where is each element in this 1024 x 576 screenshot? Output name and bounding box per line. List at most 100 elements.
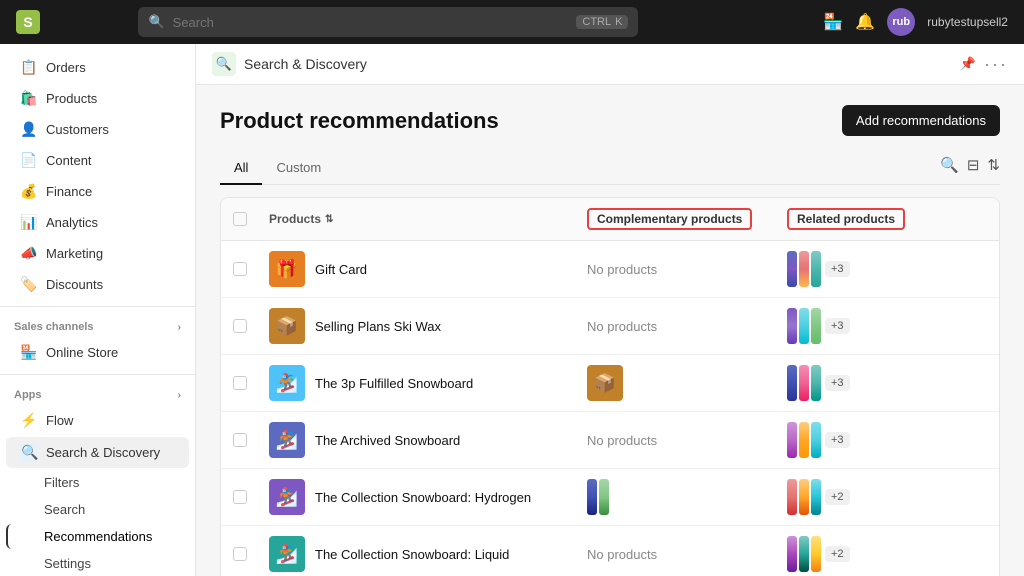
row-checkbox[interactable] — [233, 262, 269, 276]
count-badge: +3 — [825, 432, 850, 448]
tab-custom[interactable]: Custom — [262, 152, 335, 185]
sidebar-item-finance[interactable]: 💰 Finance — [6, 177, 189, 206]
sidebar-sub-item-search[interactable]: Search — [6, 497, 189, 522]
product-cell: 🎁 Gift Card — [269, 251, 587, 287]
sidebar-item-orders[interactable]: 📋 Orders — [6, 53, 189, 82]
board-group — [787, 251, 821, 287]
product-name[interactable]: The Collection Snowboard: Hydrogen — [315, 490, 531, 505]
app-header-bar: 🔍 Search & Discovery 📌 ··· — [196, 44, 1024, 85]
sort-products-icon[interactable]: ⇅ — [325, 214, 333, 225]
sidebar-divider-2 — [0, 374, 195, 375]
sidebar-sub-item-settings[interactable]: Settings — [6, 551, 189, 576]
search-discovery-icon: 🔍 — [20, 443, 38, 462]
expand-icon[interactable]: › — [178, 322, 181, 333]
sort-icon[interactable]: ⇅ — [987, 156, 1000, 174]
search-input[interactable] — [173, 15, 569, 30]
row-checkbox[interactable] — [233, 319, 269, 333]
sidebar-item-label: Analytics — [46, 215, 98, 230]
content-icon: 📄 — [20, 152, 38, 169]
topbar-right: 🏪 🔔 rub rubytestupsell2 — [823, 8, 1008, 36]
complementary-board-group: 📦 — [587, 365, 787, 401]
sidebar-item-label: Orders — [46, 60, 86, 75]
sidebar-item-search-discovery[interactable]: 🔍 Search & Discovery — [6, 437, 189, 468]
product-name[interactable]: The Collection Snowboard: Liquid — [315, 547, 509, 562]
product-table: Products ⇅ Complementary products Relate… — [220, 197, 1000, 576]
related-images: +2 — [787, 536, 987, 572]
analytics-icon: 📊 — [20, 214, 38, 231]
sidebar-item-label: Finance — [46, 184, 92, 199]
tab-all[interactable]: All — [220, 152, 262, 185]
sidebar-item-discounts[interactable]: 🏷️ Discounts — [6, 270, 189, 299]
more-icon[interactable]: ··· — [984, 54, 1008, 75]
product-name[interactable]: The 3p Fulfilled Snowboard — [315, 376, 473, 391]
app-header-left: 🔍 Search & Discovery — [212, 52, 367, 76]
sidebar-item-products[interactable]: 🛍️ Products — [6, 84, 189, 113]
search-shortcut: CTRL K — [576, 15, 628, 29]
sidebar-item-label: Discounts — [46, 277, 103, 292]
table-row: 🏂 The Archived Snowboard No products +3 — [221, 412, 999, 469]
th-products: Products ⇅ — [269, 208, 587, 230]
product-cell: 🏂 The Collection Snowboard: Hydrogen — [269, 479, 587, 515]
sidebar-sub-item-filters[interactable]: Filters — [6, 470, 189, 495]
filter-icon[interactable]: ⊟ — [967, 156, 980, 174]
table-row: 🏂 The 3p Fulfilled Snowboard 📦 — [221, 355, 999, 412]
complementary-cell: No products — [587, 262, 787, 277]
product-name[interactable]: Gift Card — [315, 262, 367, 277]
products-icon: 🛍️ — [20, 90, 38, 107]
sidebar-item-online-store[interactable]: 🏪 Online Store — [6, 338, 189, 367]
table-header: Products ⇅ Complementary products Relate… — [221, 198, 999, 241]
search-icon: 🔍 — [148, 14, 164, 30]
sidebar-item-label: Flow — [46, 413, 73, 428]
product-thumb: 🎁 — [269, 251, 305, 287]
complementary-cell: No products — [587, 319, 787, 334]
select-all-checkbox[interactable] — [233, 212, 247, 226]
shopify-icon: S — [16, 10, 40, 34]
store-icon[interactable]: 🏪 — [823, 12, 843, 32]
product-name[interactable]: Selling Plans Ski Wax — [315, 319, 441, 334]
product-name[interactable]: The Archived Snowboard — [315, 433, 460, 448]
bell-icon[interactable]: 🔔 — [855, 12, 875, 32]
related-images: +3 — [787, 251, 987, 287]
customers-icon: 👤 — [20, 121, 38, 138]
row-checkbox[interactable] — [233, 490, 269, 504]
complementary-cell: No products — [587, 547, 787, 562]
row-checkbox[interactable] — [233, 547, 269, 561]
table-row: 📦 Selling Plans Ski Wax No products +3 — [221, 298, 999, 355]
shopify-logo: S — [16, 10, 40, 34]
sidebar-item-flow[interactable]: ⚡ Flow — [6, 406, 189, 435]
board-group — [787, 365, 821, 401]
orders-icon: 📋 — [20, 59, 38, 76]
pin-icon[interactable]: 📌 — [960, 56, 976, 72]
sidebar-item-label: Customers — [46, 122, 109, 137]
sidebar-item-label: Content — [46, 153, 92, 168]
no-products-label: No products — [587, 547, 657, 562]
complementary-cell — [587, 479, 787, 515]
sidebar-item-label: Marketing — [46, 246, 103, 261]
count-badge: +2 — [825, 489, 850, 505]
username-label: rubytestupsell2 — [927, 15, 1008, 29]
search-bar[interactable]: 🔍 CTRL K — [138, 7, 638, 37]
related-header: Related products — [787, 208, 905, 230]
product-cell: 🏂 The 3p Fulfilled Snowboard — [269, 365, 587, 401]
apps-expand-icon[interactable]: › — [178, 390, 181, 401]
row-checkbox[interactable] — [233, 376, 269, 390]
discounts-icon: 🏷️ — [20, 276, 38, 293]
product-cell: 🏂 The Archived Snowboard — [269, 422, 587, 458]
apps-section: Apps › — [0, 381, 195, 405]
add-recommendations-button[interactable]: Add recommendations — [842, 105, 1000, 136]
sidebar-sub-item-recommendations[interactable]: Recommendations — [6, 524, 189, 549]
table-row: 🏂 The Collection Snowboard: Liquid No pr… — [221, 526, 999, 576]
sidebar-item-analytics[interactable]: 📊 Analytics — [6, 208, 189, 237]
sidebar-item-content[interactable]: 📄 Content — [6, 146, 189, 175]
avatar[interactable]: rub — [887, 8, 915, 36]
complementary-board-group — [587, 479, 609, 515]
sidebar-item-marketing[interactable]: 📣 Marketing — [6, 239, 189, 268]
row-checkbox[interactable] — [233, 433, 269, 447]
related-images: +3 — [787, 308, 987, 344]
search-table-icon[interactable]: 🔍 — [940, 156, 959, 174]
related-images: +3 — [787, 365, 987, 401]
sidebar-divider — [0, 306, 195, 307]
board-group — [787, 308, 821, 344]
complementary-cell: No products — [587, 433, 787, 448]
sidebar-item-customers[interactable]: 👤 Customers — [6, 115, 189, 144]
